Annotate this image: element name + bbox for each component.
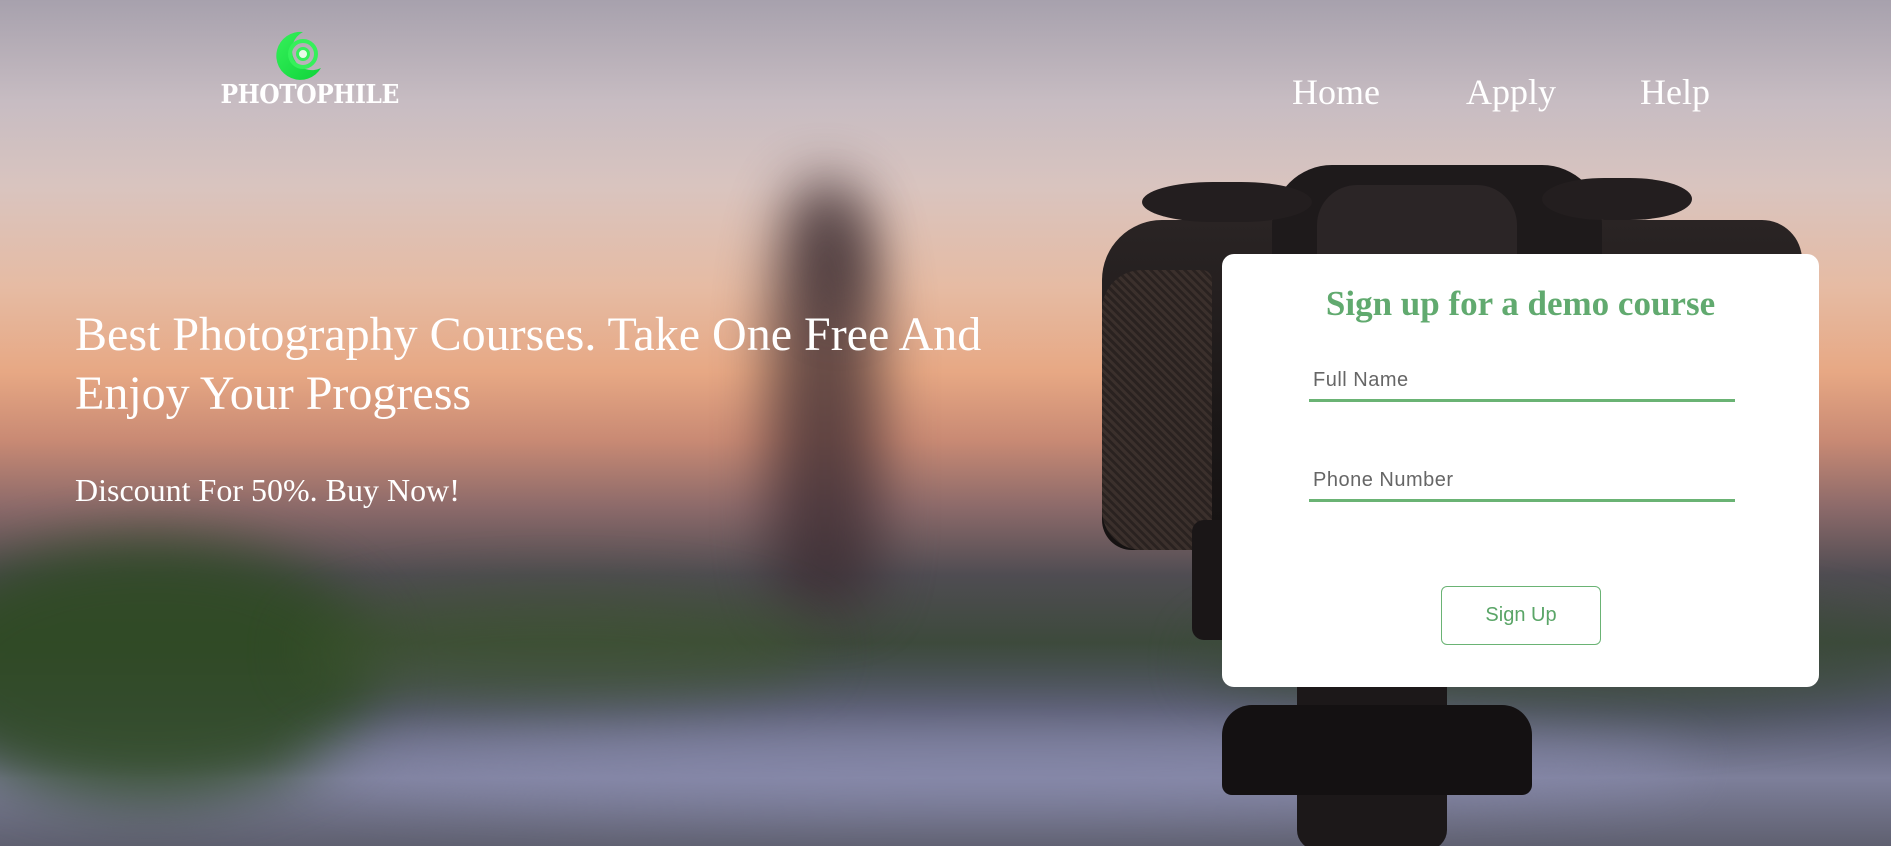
nav-help-link[interactable]: Help xyxy=(1640,70,1710,114)
sign-up-button[interactable]: Sign Up xyxy=(1441,586,1601,645)
tripod-ring xyxy=(1222,705,1532,795)
nav-apply-link[interactable]: Apply xyxy=(1466,70,1556,114)
camera-dial-right xyxy=(1542,178,1692,220)
brand-name: PHOTOPHILE xyxy=(220,80,400,110)
site-logo[interactable]: PHOTOPHILE xyxy=(212,28,400,118)
photophile-logo-icon xyxy=(269,28,325,84)
nav-home-link[interactable]: Home xyxy=(1292,70,1380,114)
signup-card-title: Sign up for a demo course xyxy=(1325,284,1716,323)
blurred-tower-top-shape xyxy=(820,200,860,320)
camera-dial-left xyxy=(1142,182,1312,222)
full-name-input[interactable] xyxy=(1309,346,1735,402)
main-nav: Home Apply Help xyxy=(1292,70,1710,114)
phone-number-input[interactable] xyxy=(1309,446,1735,502)
hero-subtitle: Discount For 50%. Buy Now! xyxy=(75,472,460,508)
hero-title: Best Photography Courses. Take One Free … xyxy=(75,308,982,420)
blurred-trees-middle xyxy=(300,590,820,710)
camera-grip xyxy=(1102,270,1212,550)
